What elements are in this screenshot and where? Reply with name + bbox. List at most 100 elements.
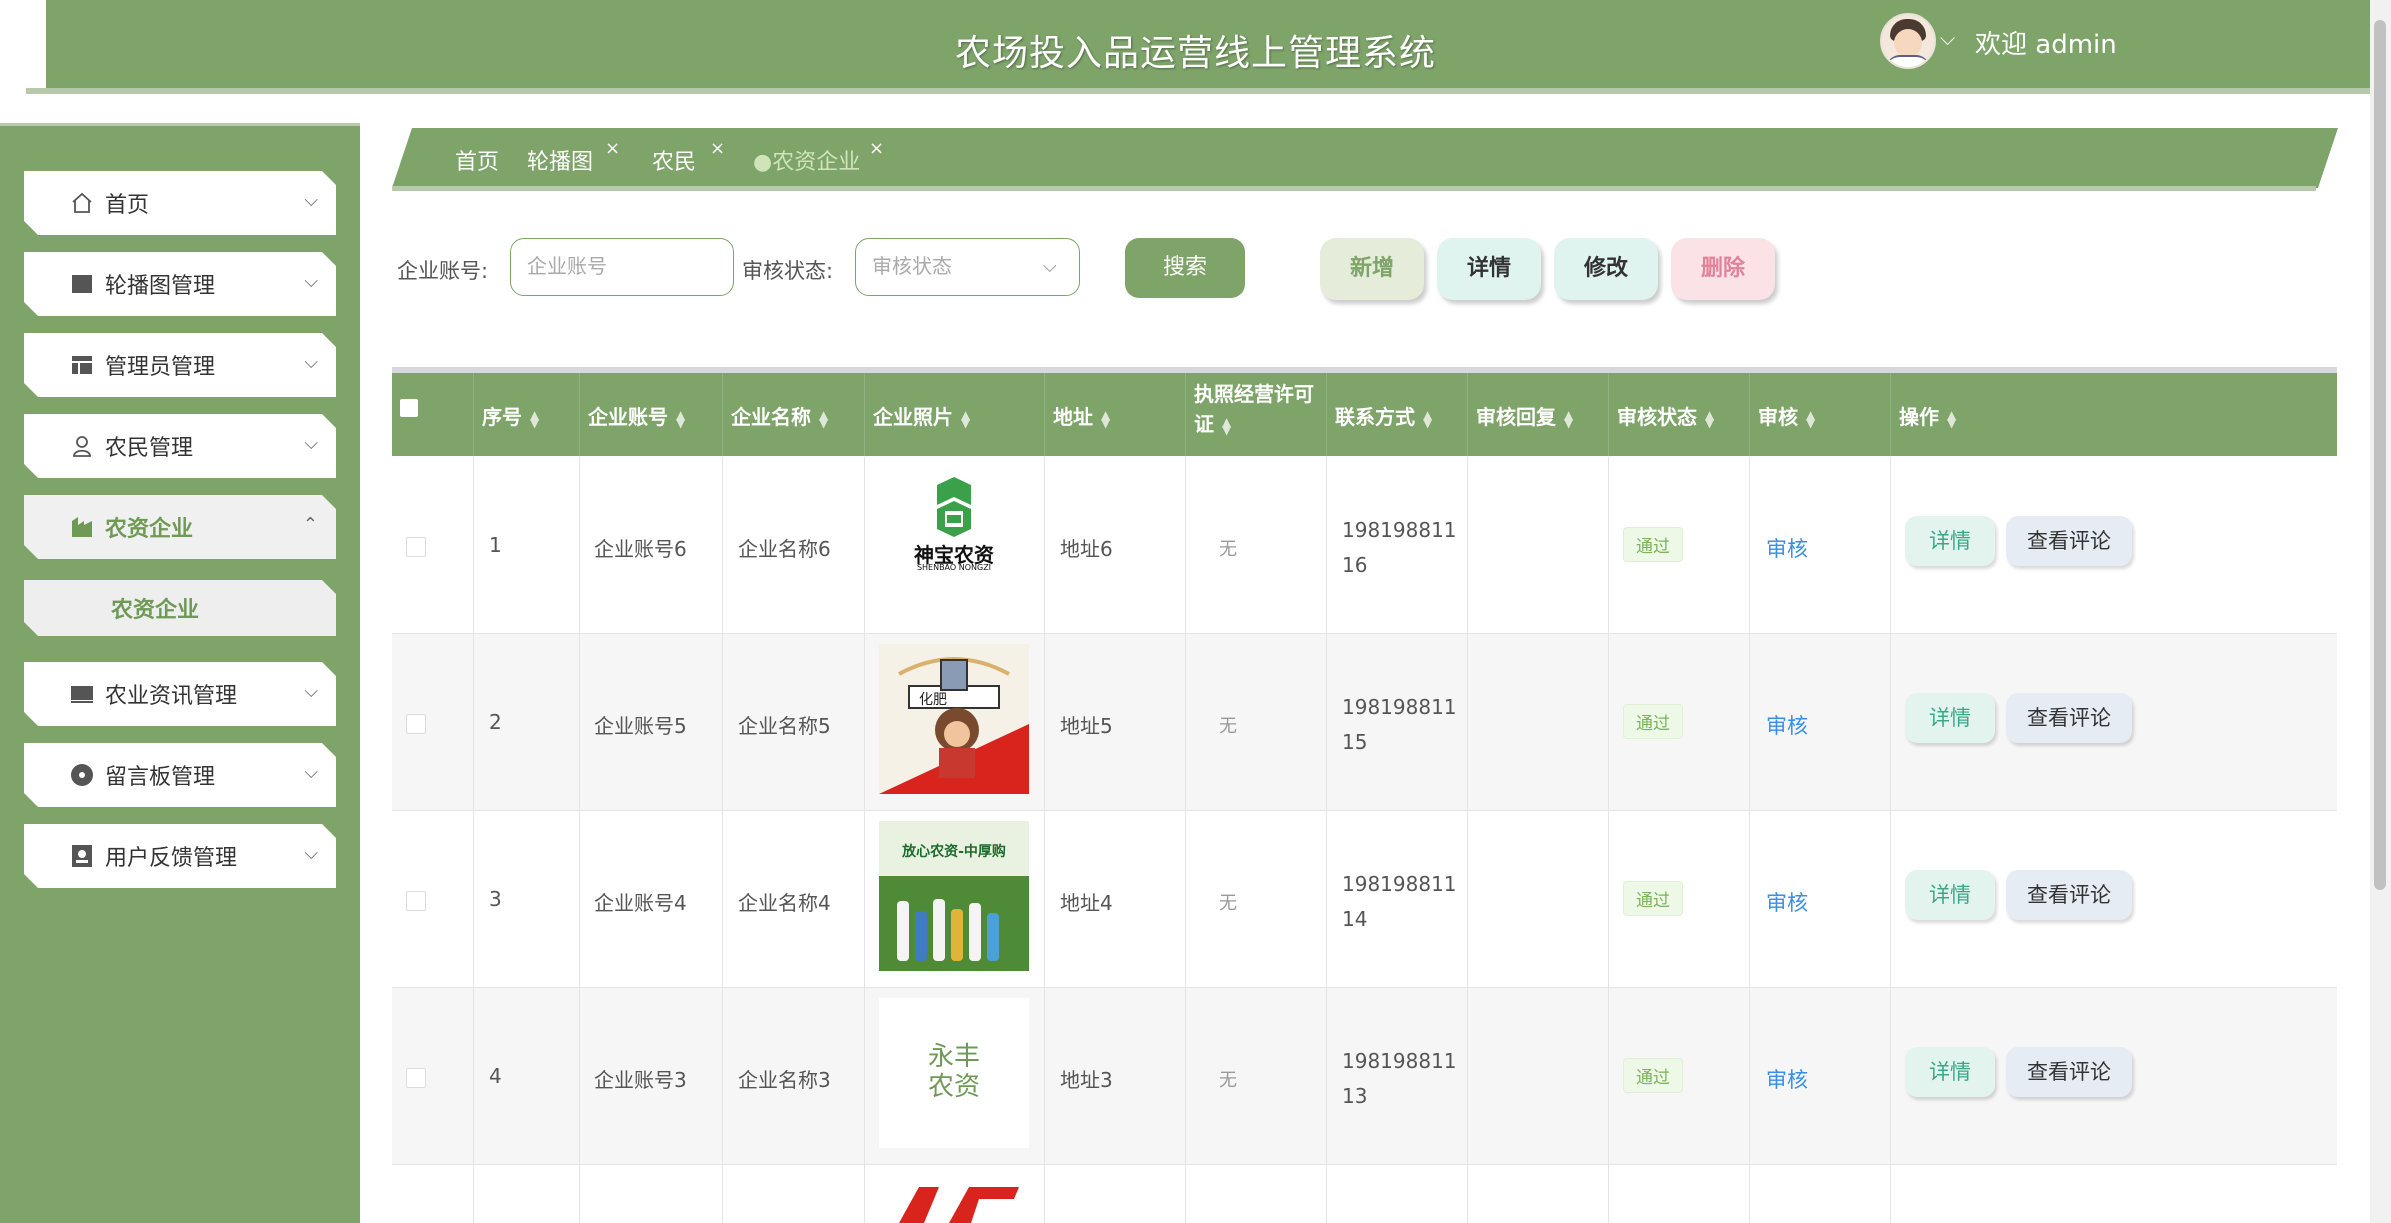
enterprise-photo[interactable]: 放心农资-中厚购 (879, 821, 1029, 971)
enterprise-photo[interactable]: 神宝农资 SHENBAO NONGZI (879, 467, 1029, 617)
table-row[interactable]: 1 企业账号6 企业名称6 神宝农资 SHENBAO NONGZI 地址6 无 … (392, 457, 2337, 634)
tab-agri-enterprise[interactable]: ●农资企业 (753, 144, 860, 176)
edit-button[interactable]: 修改 (1554, 238, 1658, 300)
status-badge: 通过 (1623, 1058, 1683, 1093)
select-all-checkbox[interactable] (400, 399, 418, 417)
license: 无 (1219, 716, 1237, 737)
select-all-header (392, 373, 473, 456)
add-button[interactable]: 新增 (1320, 238, 1424, 300)
chevron-down-icon[interactable]: ⌵ (1940, 26, 1955, 50)
column-header[interactable]: 序号 ▲ ▼ (473, 373, 579, 456)
photo-brand-sub: SHENBAO NONGZI (916, 563, 992, 572)
tab-carousel[interactable]: 轮播图 (527, 144, 593, 176)
chevron-down-icon: ⌵ (304, 681, 318, 702)
submenu-agri-enterprise[interactable]: 农资企业 (24, 580, 336, 636)
sidebar-item-farmers[interactable]: 农民管理 ⌵ (24, 414, 336, 478)
close-icon[interactable]: × (869, 138, 884, 159)
chevron-down-icon: ⌵ (304, 190, 318, 211)
sort-icon: ▲ ▼ (1705, 407, 1715, 430)
sort-icon: ▲ ▼ (1947, 407, 1957, 430)
sidebar-item-user-feedback[interactable]: 用户反馈管理 ⌵ (24, 824, 336, 888)
column-header[interactable]: 企业名称 ▲ ▼ (722, 373, 864, 456)
enterprise-account: 企业账号3 (594, 1068, 687, 1092)
enterprise-photo[interactable]: 永丰农资 (879, 998, 1029, 1148)
enterprise-name: 企业名称3 (738, 1068, 831, 1092)
column-header[interactable]: 地址 ▲ ▼ (1044, 373, 1185, 456)
admin-icon (69, 352, 95, 378)
user-avatar[interactable] (1880, 13, 1936, 69)
audit-link[interactable]: 审核 (1766, 710, 1808, 740)
audit-link[interactable]: 审核 (1766, 533, 1808, 563)
table-row[interactable]: 4 企业账号3 企业名称3 永丰农资 地址3 无 19819881113 通过 … (392, 988, 2337, 1165)
license: 无 (1219, 539, 1237, 560)
sidebar-item-agri-enterprise[interactable]: 农资企业 ⌃ (24, 495, 336, 559)
scrollbar-thumb[interactable] (2374, 20, 2386, 890)
column-header[interactable]: 企业账号 ▲ ▼ (579, 373, 722, 456)
enterprise-account: 企业账号5 (594, 714, 687, 738)
view-comments-button[interactable]: 查看评论 (2006, 693, 2132, 743)
search-button[interactable]: 搜索 (1125, 238, 1245, 298)
chevron-up-icon: ⌃ (302, 514, 318, 535)
address: 地址6 (1060, 537, 1113, 561)
sort-icon: ▲ ▼ (1423, 407, 1433, 430)
sort-icon: ▲ ▼ (819, 407, 829, 430)
photo-label: 放心农资-中厚购 (902, 844, 1006, 860)
table-row[interactable] (392, 1165, 2337, 1223)
column-header[interactable]: 执照经营许可证 ▲ ▼ (1185, 373, 1326, 456)
row-detail-button[interactable]: 详情 (1905, 1047, 1995, 1097)
submenu-label: 农资企业 (110, 598, 199, 623)
home-icon (69, 190, 95, 216)
enterprise-photo[interactable] (879, 1177, 1029, 1223)
sidebar-item-carousel[interactable]: 轮播图管理 ⌵ (24, 252, 336, 316)
table-row[interactable]: 2 企业账号5 企业名称5 化肥 地址5 无 19819881115 通过 审核… (392, 634, 2337, 811)
user-icon (69, 433, 95, 459)
table-row[interactable]: 3 企业账号4 企业名称4 放心农资-中厚购 地址4 无 19819881114… (392, 811, 2337, 988)
account-input[interactable]: 企业账号 (510, 238, 734, 296)
column-header[interactable]: 审核回复 ▲ ▼ (1467, 373, 1608, 456)
close-icon[interactable]: × (605, 138, 620, 159)
carousel-icon (69, 271, 95, 297)
row-checkbox[interactable] (406, 1068, 426, 1088)
column-header[interactable]: 操作 ▲ ▼ (1890, 373, 2337, 456)
row-checkbox[interactable] (406, 891, 426, 911)
row-detail-button[interactable]: 详情 (1905, 870, 1995, 920)
view-comments-button[interactable]: 查看评论 (2006, 1047, 2132, 1097)
row-checkbox[interactable] (406, 537, 426, 557)
view-comments-button[interactable]: 查看评论 (2006, 870, 2132, 920)
column-header[interactable]: 联系方式 ▲ ▼ (1326, 373, 1467, 456)
enterprise-account: 企业账号4 (594, 891, 687, 915)
row-index: 4 (489, 1064, 502, 1088)
chevron-down-icon: ⌵ (304, 433, 318, 454)
contact-phone: 19819881116 (1342, 518, 1457, 577)
sort-icon: ▲ ▼ (1806, 407, 1816, 430)
row-detail-button[interactable]: 详情 (1905, 693, 1995, 743)
audit-link[interactable]: 审核 (1766, 887, 1808, 917)
enterprise-name: 企业名称4 (738, 891, 831, 915)
detail-button[interactable]: 详情 (1437, 238, 1541, 300)
sidebar-item-home[interactable]: 首页 ⌵ (24, 171, 336, 235)
column-header[interactable]: 企业照片 ▲ ▼ (864, 373, 1044, 456)
sort-icon: ▲ ▼ (1222, 414, 1232, 437)
column-header[interactable]: 审核状态 ▲ ▼ (1608, 373, 1749, 456)
row-checkbox[interactable] (406, 714, 426, 734)
sidebar-item-message-board[interactable]: 留言板管理 ⌵ (24, 743, 336, 807)
row-detail-button[interactable]: 详情 (1905, 516, 1995, 566)
audit-link[interactable]: 审核 (1766, 1064, 1808, 1094)
contact-phone: 19819881115 (1342, 695, 1457, 754)
delete-button[interactable]: 删除 (1671, 238, 1775, 300)
sidebar-item-agri-news[interactable]: 农业资讯管理 ⌵ (24, 662, 336, 726)
photo-label: 化肥 (919, 692, 947, 708)
page-scrollbar[interactable] (2370, 0, 2391, 1223)
close-icon[interactable]: × (710, 138, 725, 159)
tab-farmers[interactable]: 农民 (652, 144, 696, 176)
sidebar-item-admin[interactable]: 管理员管理 ⌵ (24, 333, 336, 397)
enterprise-photo[interactable]: 化肥 (879, 644, 1029, 794)
tab-home[interactable]: 首页 (455, 144, 499, 176)
welcome-text[interactable]: 欢迎 admin (1975, 24, 2117, 61)
sidebar-item-label: 留言板管理 (105, 765, 216, 790)
contact-phone: 19819881113 (1342, 1049, 1457, 1108)
column-header[interactable]: 审核 ▲ ▼ (1749, 373, 1890, 456)
table-header: 序号 ▲ ▼ 企业账号 ▲ ▼ 企业名称 ▲ ▼ 企业照片 ▲ ▼ 地址 ▲ ▼ 执照经营许可证 ▲ ▼… (392, 373, 2337, 456)
feedback-icon (69, 843, 95, 869)
view-comments-button[interactable]: 查看评论 (2006, 516, 2132, 566)
